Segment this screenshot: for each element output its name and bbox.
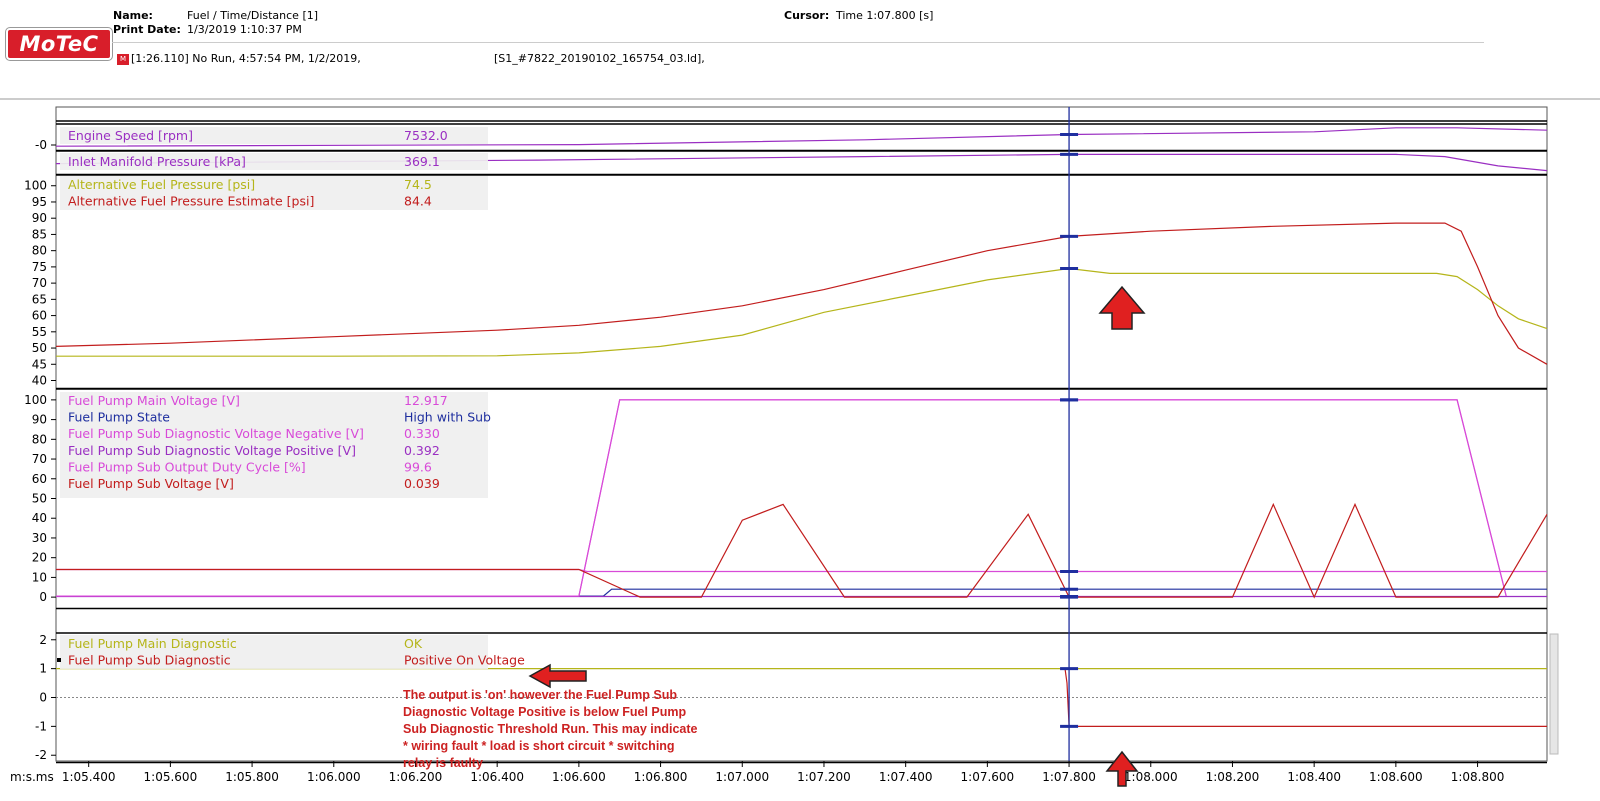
legend: Fuel Pump Main Voltage [V] 12.917 Fuel Pum… — [60, 392, 491, 498]
x-tick-label: 1:05.400 — [62, 770, 116, 784]
y-tick-label: -1 — [35, 719, 47, 733]
legend: Inlet Manifold Pressure [kPa] 369.1 — [60, 153, 488, 170]
y-tick-label: 45 — [32, 357, 47, 371]
legend-series-name: Fuel Pump Sub Output Duty Cycle [%] — [68, 459, 306, 474]
x-tick-label: 1:08.000 — [1124, 770, 1178, 784]
y-tick-label: 0 — [39, 691, 47, 705]
y-tick-label: 55 — [32, 325, 47, 339]
y-tick-label: 90 — [32, 413, 47, 427]
legend-cursor-value: 12.917 — [404, 393, 448, 408]
note-line-5: relay is faulty — [403, 756, 483, 770]
y-tick-label: 30 — [32, 531, 47, 545]
legend-cursor-value: 0.039 — [404, 476, 440, 491]
y-tick-label: 65 — [32, 292, 47, 306]
y-tick-label: 80 — [32, 432, 47, 446]
y-tick-label: 1 — [39, 662, 47, 676]
legend-cursor-value: OK — [404, 636, 423, 651]
legend-cursor-value: 0.330 — [404, 426, 440, 441]
x-tick-label: 1:06.400 — [470, 770, 524, 784]
legend-series-name: Alternative Fuel Pressure [psi] — [68, 177, 255, 192]
y-tick-label: 100 — [24, 393, 47, 407]
legend-series-name: Fuel Pump State — [68, 410, 170, 425]
y-tick-label: 95 — [32, 195, 47, 209]
legend-bullet — [57, 658, 61, 662]
y-tick-label: 90 — [32, 211, 47, 225]
legend-series-name: Fuel Pump Sub Voltage [V] — [68, 476, 234, 491]
legend-cursor-value: 99.6 — [404, 459, 432, 474]
x-tick-label: 1:08.400 — [1287, 770, 1341, 784]
y-tick-label: 0 — [39, 590, 47, 604]
legend-series-name: Fuel Pump Main Voltage [V] — [68, 393, 240, 408]
legend-cursor-value: 7532.0 — [404, 128, 448, 143]
x-tick-label: 1:07.400 — [879, 770, 933, 784]
legend-series-name: Inlet Manifold Pressure [kPa] — [68, 154, 246, 169]
note-line-2: Diagnostic Voltage Positive is below Fue… — [403, 705, 687, 719]
legend: Fuel Pump Main Diagnostic OK Fuel Pump Sub… — [60, 635, 525, 669]
x-tick-label: 1:07.800 — [1042, 770, 1096, 784]
legend-cursor-value: Positive On Voltage — [404, 653, 525, 668]
y-tick-label: 40 — [32, 374, 47, 388]
y-tick-label: 75 — [32, 260, 47, 274]
legend-cursor-value: 74.5 — [404, 177, 432, 192]
x-tick-label: 1:05.800 — [225, 770, 279, 784]
y-tick-label: 100 — [24, 179, 47, 193]
legend-series-name: Engine Speed [rpm] — [68, 128, 193, 143]
legend-series-name: Fuel Pump Sub Diagnostic — [68, 653, 231, 668]
x-tick-label: 1:06.000 — [307, 770, 361, 784]
legend-cursor-value: 369.1 — [404, 154, 440, 169]
y-tick-label: 60 — [32, 309, 47, 323]
note-line-1: The output is 'on' however the Fuel Pump… — [403, 688, 677, 702]
x-tick-label: 1:06.600 — [552, 770, 606, 784]
legend-series-name: Fuel Pump Sub Diagnostic Voltage Negativ… — [68, 426, 364, 441]
legend-series-name: Alternative Fuel Pressure Estimate [psi] — [68, 194, 314, 209]
y-tick-label: 40 — [32, 511, 47, 525]
y-tick-label: -0 — [35, 138, 47, 152]
y-tick-label: 50 — [32, 492, 47, 506]
y-tick-label: 60 — [32, 472, 47, 486]
legend-cursor-value: 0.392 — [404, 443, 440, 458]
legend: Engine Speed [rpm] 7532.0 — [60, 127, 488, 144]
y-tick-label: 50 — [32, 341, 47, 355]
y-tick-label: 70 — [32, 276, 47, 290]
legend-series-name: Fuel Pump Sub Diagnostic Voltage Positiv… — [68, 443, 356, 458]
x-tick-label: 1:06.800 — [634, 770, 688, 784]
y-tick-label: 85 — [32, 227, 47, 241]
y-tick-label: 20 — [32, 551, 47, 565]
legend-cursor-value: High with Sub — [404, 410, 491, 425]
y-tick-label: 10 — [32, 570, 47, 584]
note-line-4: * wiring fault * load is short circuit *… — [403, 739, 675, 753]
x-axis: m:s.ms 1:05.400 1:05.600 1:05.800 1:06.000 1:… — [10, 761, 1504, 784]
legend: Alternative Fuel Pressure [psi] 74.5 Alter… — [60, 176, 488, 210]
x-tick-label: 1:08.200 — [1206, 770, 1260, 784]
scrollbar[interactable] — [1549, 633, 1559, 755]
x-tick-label: 1:07.200 — [797, 770, 851, 784]
x-axis-unit: m:s.ms — [10, 770, 54, 784]
x-tick-label: 1:08.600 — [1369, 770, 1423, 784]
legend-series-name: Fuel Pump Main Diagnostic — [68, 636, 237, 651]
y-tick-label: -2 — [35, 748, 47, 762]
x-tick-label: 1:05.600 — [144, 770, 198, 784]
x-tick-label: 1:07.600 — [961, 770, 1015, 784]
y-tick-label: 2 — [39, 633, 47, 647]
y-tick-label: 80 — [32, 244, 47, 258]
x-tick-label: 1:06.200 — [389, 770, 443, 784]
note-line-3: Sub Diagnostic Threshold Run. This may i… — [403, 722, 698, 736]
x-tick-label: 1:08.800 — [1451, 770, 1505, 784]
y-tick-label: 70 — [32, 452, 47, 466]
telemetry-plot[interactable]: -0 Engine Speed [rpm] 7532.0 Inlet Manifold… — [0, 0, 1600, 801]
legend-cursor-value: 84.4 — [404, 194, 432, 209]
x-tick-label: 1:07.000 — [715, 770, 769, 784]
